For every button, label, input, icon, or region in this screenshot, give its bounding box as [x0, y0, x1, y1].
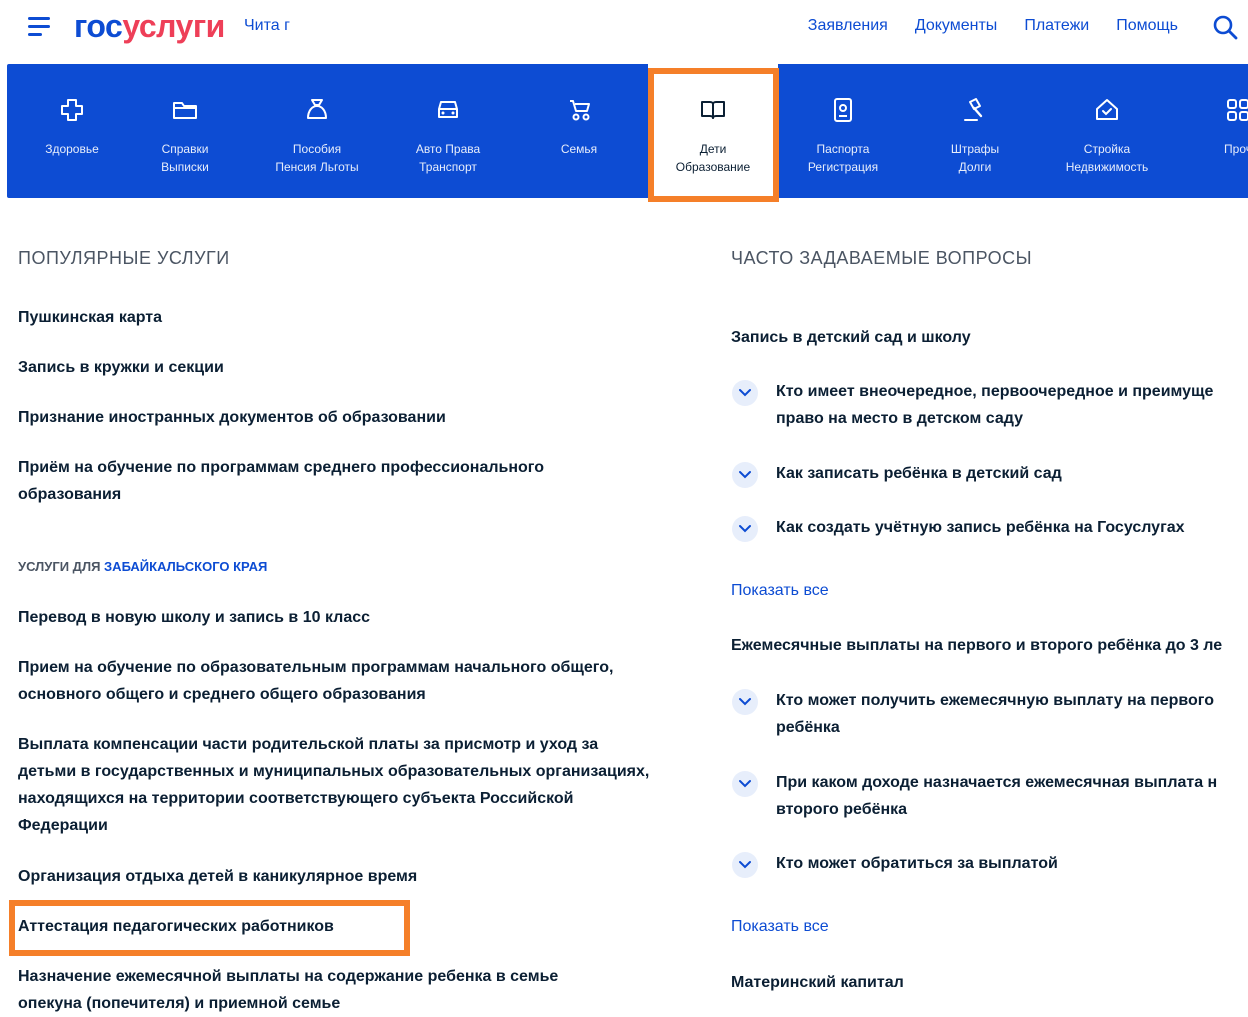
- passport-icon: [834, 98, 852, 122]
- category-family[interactable]: Семья: [514, 64, 644, 198]
- faq-question[interactable]: Как записать ребёнка в детский сад: [776, 460, 1062, 487]
- stroller-icon: [570, 100, 590, 121]
- service-link[interactable]: Пушкинская карта: [18, 304, 618, 331]
- faq-group-title[interactable]: Запись в детский сад и школу: [731, 324, 971, 351]
- service-link[interactable]: Прием на обучение по образовательным про…: [18, 654, 678, 708]
- category-benefits[interactable]: Пособия Пенсия Льготы: [252, 64, 382, 198]
- service-link[interactable]: Запись в кружки и секции: [18, 354, 618, 381]
- faq-question[interactable]: Кто может получить ежемесячную выплату н…: [776, 687, 1248, 741]
- popular-services-title: ПОПУЛЯРНЫЕ УСЛУГИ: [18, 248, 230, 268]
- category-children-education[interactable]: Дети Образование: [648, 64, 778, 198]
- service-link[interactable]: Назначение ежемесячной выплаты на содерж…: [18, 963, 618, 1017]
- book-icon: [701, 101, 725, 119]
- menu-icon[interactable]: [28, 17, 52, 37]
- gavel-icon: [964, 98, 983, 121]
- service-link[interactable]: Выплата компенсации части родительской п…: [18, 731, 658, 839]
- chevron-down-icon[interactable]: [732, 380, 758, 406]
- category-construction[interactable]: Стройка Недвижимость: [1042, 64, 1172, 198]
- nav-applications[interactable]: Заявления: [808, 17, 888, 35]
- service-link[interactable]: Организация отдыха детей в каникулярное …: [18, 863, 658, 890]
- show-all-link[interactable]: Показать все: [731, 582, 829, 600]
- regional-services-title: УСЛУГИ ДЛЯ ЗАБАЙКАЛЬСКОГО КРАЯ: [18, 559, 268, 574]
- chevron-down-icon[interactable]: [732, 771, 758, 797]
- nav-help[interactable]: Помощь: [1116, 17, 1178, 35]
- faq-title: ЧАСТО ЗАДАВАЕМЫЕ ВОПРОСЫ: [731, 248, 1033, 268]
- category-certificates[interactable]: Справки Выписки: [120, 64, 250, 198]
- city-selector[interactable]: Чита г: [244, 17, 290, 35]
- house-icon: [1096, 99, 1118, 120]
- faq-group-title[interactable]: Ежемесячные выплаты на первого и второго…: [731, 632, 1222, 659]
- category-auto[interactable]: Авто Права Транспорт: [383, 64, 513, 198]
- health-icon: [61, 99, 83, 121]
- car-icon: [438, 101, 458, 118]
- header: госуслуги Чита г Заявления Документы Пла…: [0, 0, 1248, 62]
- region-link[interactable]: ЗАБАЙКАЛЬСКОГО КРАЯ: [104, 559, 267, 574]
- faq-group-title[interactable]: Материнский капитал: [731, 969, 904, 996]
- folder-icon: [173, 102, 197, 119]
- faq-question[interactable]: Как создать учётную запись ребёнка на Го…: [776, 514, 1185, 541]
- faq-question[interactable]: Кто имеет внеочередное, первоочередное и…: [776, 378, 1248, 432]
- service-link[interactable]: Признание иностранных документов об обра…: [18, 404, 638, 431]
- chevron-down-icon[interactable]: [732, 689, 758, 715]
- service-link[interactable]: Перевод в новую школу и запись в 10 клас…: [18, 604, 658, 631]
- top-nav: Заявления Документы Платежи Помощь: [808, 17, 1178, 35]
- faq-question[interactable]: При каком доходе назначается ежемесячная…: [776, 769, 1248, 823]
- search-icon[interactable]: [1212, 14, 1238, 40]
- service-link[interactable]: Приём на обучение по программам среднего…: [18, 454, 598, 508]
- category-other[interactable]: Проч: [1173, 64, 1248, 198]
- category-passports[interactable]: Паспорта Регистрация: [778, 64, 908, 198]
- grid-icon: [1227, 99, 1248, 121]
- category-bar: Здоровье Справки Выписки Пособия Пенсия Ль…: [7, 64, 1248, 198]
- category-fines[interactable]: Штрафы Долги: [910, 64, 1040, 198]
- category-health[interactable]: Здоровье: [7, 64, 137, 198]
- service-link-attestation[interactable]: Аттестация педагогических работников: [18, 913, 398, 940]
- chevron-down-icon[interactable]: [732, 852, 758, 878]
- nav-payments[interactable]: Платежи: [1024, 17, 1089, 35]
- gosuslugi-logo[interactable]: госуслуги: [74, 6, 225, 46]
- faq-question[interactable]: Кто может обратиться за выплатой: [776, 850, 1058, 877]
- chevron-down-icon[interactable]: [732, 516, 758, 542]
- nav-documents[interactable]: Документы: [915, 17, 997, 35]
- show-all-link[interactable]: Показать все: [731, 918, 829, 936]
- wallet-icon: [307, 99, 327, 119]
- chevron-down-icon[interactable]: [732, 462, 758, 488]
